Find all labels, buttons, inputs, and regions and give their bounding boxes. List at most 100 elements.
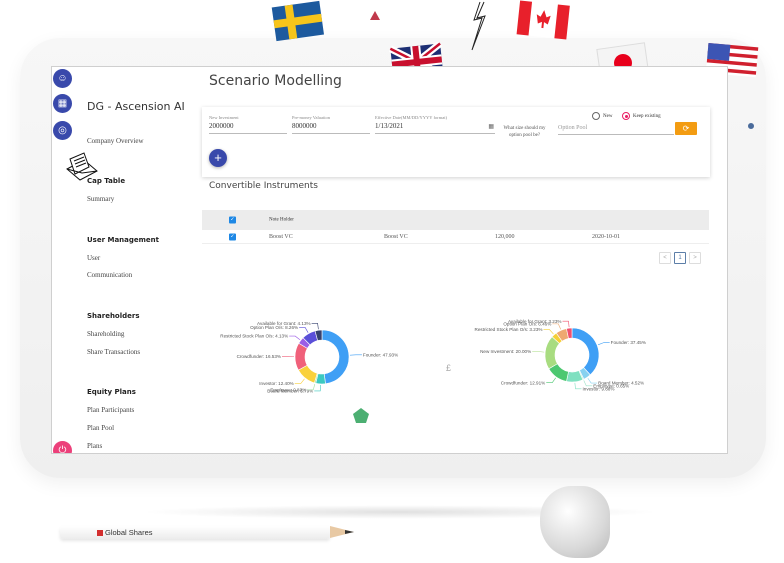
pound-sign-icon: £ [446,363,452,373]
effective-date-field[interactable]: Effective Date(MM/DD/YYYY format) 1/13/2… [375,115,495,134]
leader-line [289,335,301,341]
green-pentagon-icon [353,408,369,423]
prev-page-button[interactable]: < [659,252,671,264]
leader-line [562,320,570,328]
leader-line [587,377,598,384]
canada-flag-icon [516,0,570,40]
nav-communication[interactable]: Communication [87,271,132,279]
calendar-icon[interactable]: ▦ [488,123,494,130]
pencil-lead [345,530,354,534]
effective-date-input[interactable]: 1/13/2021 ▦ [375,122,495,134]
donut-label: Restricted Stock Plan O/s: 3.23% [475,327,543,332]
next-page-button[interactable]: > [689,252,701,264]
row-checkbox[interactable]: ✓ [229,233,236,240]
donut-label: Available for Grant: 3.23% [508,319,562,324]
nav-summary[interactable]: Summary [87,195,114,203]
leader-line [546,377,556,383]
leader-line [597,342,610,346]
pre-money-field[interactable]: Pre-money Valuation 8000000 [292,115,370,134]
leader-line [314,384,321,392]
leader-line [532,351,545,353]
app-screen: ☺ ▦ ◎ ⏻ DG - Ascension AI Company Overvi… [51,66,728,454]
radio-keep-existing-circle[interactable] [622,112,630,120]
table-header: ✓ Note Holder [202,210,709,230]
globe-icon[interactable]: ◎ [53,121,72,140]
crumpled-paper-decoration [540,486,610,558]
radio-keep-existing-label: Keep existing [633,113,661,119]
leader-line [311,322,319,330]
convertible-table: ✓ Note Holder ✓ Boost VC Boost VC 120,00… [202,210,709,244]
page-1-button[interactable]: 1 [674,252,686,264]
row-date: 2020-10-01 [592,233,620,240]
nav-heading-equity-plans: Equity Plans [87,388,136,396]
option-pool-input[interactable]: Option Pool [558,125,674,135]
brand-logo-icon [97,529,103,536]
select-all-checkbox[interactable]: ✓ [229,216,236,224]
user-check-icon[interactable]: ☺ [53,69,72,88]
donut-label: Restricted Stock Plan O/s: 4.13% [220,334,288,339]
row-amount: 120,000 [495,233,515,240]
pencil-brand: Global Shares [97,528,153,537]
leader-line [552,323,562,330]
company-name: DG - Ascension AI [87,100,185,113]
donut-label: Crowdfunder: 16.53% [237,354,281,359]
triangle-shape-icon [370,11,380,20]
donut-slice-founder[interactable] [321,329,350,385]
donut-label: Founder: 37.45% [611,340,646,345]
donut-slice-founder[interactable] [571,327,600,376]
nav-plan-pool[interactable]: Plan Pool [87,424,114,432]
nav-shareholding[interactable]: Shareholding [87,330,124,338]
nav-heading-user-management: User Management [87,236,160,244]
row-name: Boost VC [384,233,408,240]
post-investment-cap-table-donut: Founder: 37.45%Board Member: 4.52%Employ… [475,319,646,392]
leader-line [543,329,554,335]
leader-line [574,382,582,390]
scenario-form-card: New Investment 2000000 Pre-money Valuati… [202,107,710,177]
donut-label: Investor: 9.68% [582,386,614,391]
current-cap-table-donut: Founder: 47.93%Board Member: 5.79%Employ… [220,321,398,394]
new-investment-input[interactable]: 2000000 [209,122,287,134]
nav-heading-cap-table: Cap Table [87,177,126,185]
nav-plan-participants[interactable]: Plan Participants [87,406,134,414]
effective-date-label: Effective Date(MM/DD/YYYY format) [375,115,447,120]
radio-new-circle[interactable] [592,112,600,120]
dashboard-icon[interactable]: ▦ [53,94,72,113]
lightning-icon [471,1,486,51]
donut-label: Crowdfunder: 12.91% [501,380,545,385]
radio-new[interactable]: New [592,112,612,120]
radio-keep-existing[interactable]: Keep existing [622,112,661,120]
donut-label: Available for Grant: 4.13% [257,321,311,326]
nav-heading-shareholders: Shareholders [87,312,140,320]
nav-company-overview[interactable]: Company Overview [87,137,144,145]
refresh-button[interactable]: ⟳ [675,122,697,135]
nav-share-transactions[interactable]: Share Transactions [87,348,140,356]
radio-new-label: New [603,113,613,119]
add-scenario-button[interactable]: + [209,149,227,167]
pencil-brand-text: Global Shares [105,528,153,537]
column-note-holder: Note Holder [269,217,294,223]
table-row[interactable]: ✓ Boost VC Boost VC 120,000 2020-10-01 [202,230,709,244]
row-holder: Boost VC [269,233,293,240]
donut-label: Employee: 0.83% [270,387,306,392]
pre-money-label: Pre-money Valuation [292,115,331,120]
donut-label: Founder: 47.93% [363,352,398,357]
power-icon[interactable]: ⏻ [53,441,72,453]
new-investment-label: New Investment [209,115,239,120]
donut-label: New Investment: 20.00% [480,349,531,354]
sweden-flag-icon [271,0,324,42]
pool-size-question: What size should my option pool be? [503,126,546,138]
effective-date-value: 1/13/2021 [375,122,404,130]
new-investment-field[interactable]: New Investment 2000000 [209,115,287,134]
leader-line [294,378,305,384]
promo-stage: ☺ ▦ ◎ ⏻ DG - Ascension AI Company Overvi… [0,0,784,563]
nav-user[interactable]: User [87,254,100,262]
leader-line [299,327,309,333]
donut-label: Investor: 12.40% [259,381,293,386]
pencil-decoration: Global Shares [60,526,370,539]
dot-decoration [748,123,754,129]
pre-money-input[interactable]: 8000000 [292,122,370,134]
pagination: < 1 > [659,252,701,264]
convertible-instruments-title: Convertible Instruments [209,181,318,191]
nav-plans[interactable]: Plans [87,442,102,450]
page-title: Scenario Modelling [209,73,342,89]
